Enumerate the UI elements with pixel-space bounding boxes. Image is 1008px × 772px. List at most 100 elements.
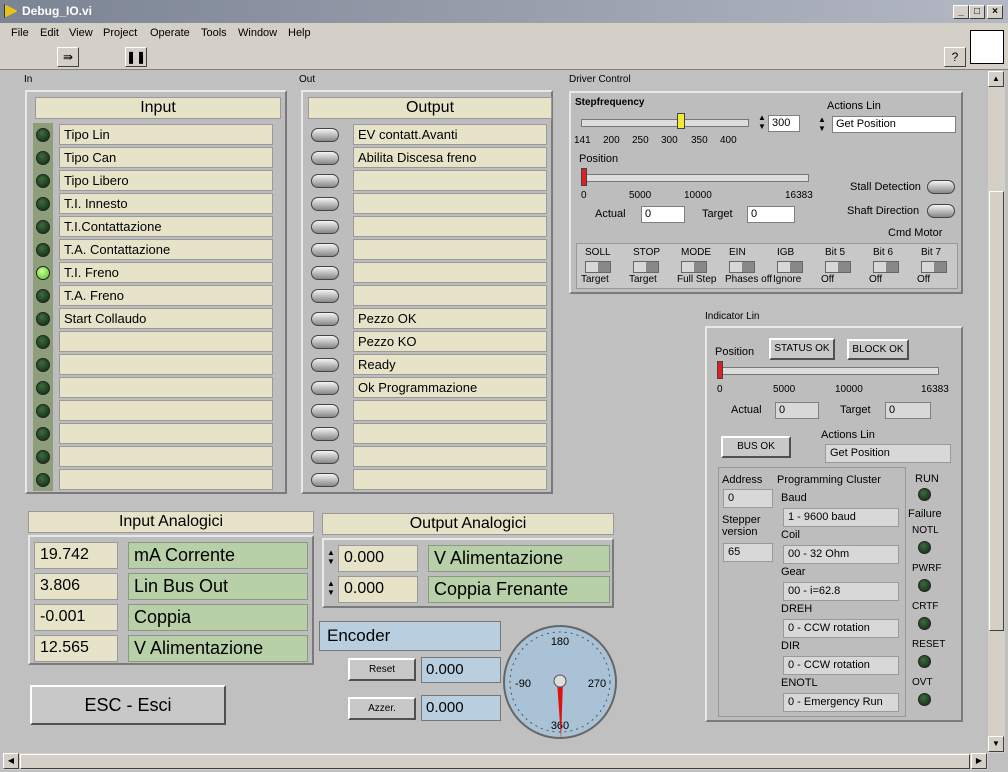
ind-target-value: 0 — [885, 402, 931, 419]
cmd-bit-state: Full Step — [677, 274, 717, 285]
prog-item-label: DIR — [781, 640, 800, 652]
menu-help[interactable]: Help — [288, 27, 311, 39]
output-toggle[interactable] — [311, 197, 339, 211]
output-toggle[interactable] — [311, 427, 339, 441]
failure-flag-label: PWRF — [912, 563, 942, 574]
driver-actions-select[interactable]: Get Position — [832, 116, 956, 133]
reset-button[interactable]: Reset — [348, 658, 416, 681]
failure-flag-led — [918, 693, 931, 706]
azzer-button[interactable]: Azzer. — [348, 697, 416, 720]
cmd-bit-label: SOLL — [585, 247, 611, 258]
output-analog-value[interactable]: 0.000 — [338, 545, 418, 572]
cmd-bit-switch[interactable] — [873, 261, 899, 273]
driver-position-thumb[interactable] — [581, 168, 587, 186]
stepfreq-slider[interactable] — [581, 119, 749, 127]
output-toggle[interactable] — [311, 243, 339, 257]
input-field — [59, 377, 273, 398]
output-toggle[interactable] — [311, 220, 339, 234]
run-arrow-icon[interactable]: ⇛ — [57, 47, 79, 67]
output-analog-spin-icon[interactable]: ▲ ▼ — [327, 548, 335, 566]
stepfreq-value[interactable]: 300 — [768, 115, 800, 132]
output-toggle[interactable] — [311, 473, 339, 487]
output-toggle[interactable] — [311, 358, 339, 372]
cmd-bit-switch[interactable] — [825, 261, 851, 273]
menu-edit[interactable]: Edit — [40, 27, 59, 39]
scroll-right-icon[interactable]: ▶ — [971, 753, 987, 769]
cmd-bit-switch[interactable] — [729, 261, 755, 273]
cmd-bit-switch[interactable] — [585, 261, 611, 273]
cmd-bit-switch[interactable] — [633, 261, 659, 273]
input-field: T.I.Contattazione — [59, 216, 273, 237]
output-toggle[interactable] — [311, 174, 339, 188]
scroll-down-icon[interactable]: ▼ — [988, 736, 1004, 752]
driver-control-label: Driver Control — [569, 74, 631, 85]
esc-button[interactable]: ESC - Esci — [30, 685, 226, 725]
output-toggle[interactable] — [311, 151, 339, 165]
vertical-scrollbar[interactable]: ▲ ▼ — [988, 71, 1005, 753]
menu-window[interactable]: Window — [238, 27, 277, 39]
input-analog-group: 19.742 mA Corrente 3.806 Lin Bus Out -0.001 C… — [28, 535, 314, 665]
shaft-direction-switch[interactable] — [927, 204, 955, 218]
stepfreq-thumb[interactable] — [677, 113, 685, 129]
driver-position-slider[interactable] — [581, 174, 809, 182]
menu-file[interactable]: File — [11, 27, 29, 39]
menu-project[interactable]: Project — [103, 27, 137, 39]
input-led — [36, 427, 50, 441]
block-ok-button[interactable]: BLOCK OK — [847, 339, 909, 360]
output-toggle[interactable] — [311, 128, 339, 142]
cmd-bit-switch[interactable] — [777, 261, 803, 273]
cmd-bit-state: Target — [629, 274, 657, 285]
cmd-bit-switch[interactable] — [681, 261, 707, 273]
scroll-up-icon[interactable]: ▲ — [988, 71, 1004, 87]
stall-detection-switch[interactable] — [927, 180, 955, 194]
driver-target-value[interactable]: 0 — [747, 206, 795, 223]
menu-tools[interactable]: Tools — [201, 27, 227, 39]
output-toggle[interactable] — [311, 289, 339, 303]
maximize-button[interactable]: □ — [969, 5, 985, 19]
input-field: T.I. Innesto — [59, 193, 273, 214]
output-toggle[interactable] — [311, 266, 339, 280]
pause-icon[interactable]: ❚❚ — [125, 47, 147, 67]
output-toggle[interactable] — [311, 381, 339, 395]
menu-view[interactable]: View — [69, 27, 93, 39]
input-field — [59, 423, 273, 444]
run-led — [918, 488, 931, 501]
driver-actual-value[interactable]: 0 — [641, 206, 685, 223]
scroll-left-icon[interactable]: ◀ — [3, 753, 19, 769]
driver-target-label: Target — [702, 208, 733, 220]
input-analog-label: V Alimentazione — [128, 635, 308, 662]
stepfreq-tick-label: 350 — [691, 135, 708, 146]
driver-position-tick-label: 5000 — [629, 190, 652, 201]
output-toggle[interactable] — [311, 312, 339, 326]
bus-ok-button[interactable]: BUS OK — [721, 436, 791, 458]
ind-actions-value: Get Position — [825, 444, 951, 463]
output-toggle[interactable] — [311, 404, 339, 418]
cmd-bit-switch[interactable] — [921, 261, 947, 273]
output-analog-label: Coppia Frenante — [428, 576, 610, 603]
input-led — [36, 151, 50, 165]
output-field: Pezzo KO — [353, 331, 547, 352]
prog-item-label: ENOTL — [781, 677, 818, 689]
menu-operate[interactable]: Operate — [150, 27, 190, 39]
actions-spin-icon[interactable]: ▲ ▼ — [818, 115, 826, 133]
horizontal-scrollbar[interactable]: ◀ ▶ — [3, 753, 988, 770]
close-button[interactable]: × — [987, 5, 1003, 19]
cmd-motor-label: Cmd Motor — [888, 227, 943, 239]
input-analog-label: Coppia — [128, 604, 308, 631]
output-toggle[interactable] — [311, 335, 339, 349]
stepfreq-spin-icon[interactable]: ▲ ▼ — [758, 113, 766, 131]
minimize-button[interactable]: _ — [953, 5, 969, 19]
prog-item-value: 00 - 32 Ohm — [783, 545, 899, 564]
output-field — [353, 170, 547, 191]
output-toggle[interactable] — [311, 450, 339, 464]
output-analog-spin-icon[interactable]: ▲ ▼ — [327, 579, 335, 597]
help-icon[interactable]: ? — [944, 47, 966, 67]
output-analog-value[interactable]: 0.000 — [338, 576, 418, 603]
output-field — [353, 469, 547, 490]
vertical-scroll-thumb[interactable] — [989, 191, 1004, 631]
horizontal-scroll-thumb[interactable] — [20, 754, 970, 769]
failure-flag-led — [918, 579, 931, 592]
output-field — [353, 446, 547, 467]
output-analog-group: ▲ ▼ 0.000 V Alimentazione ▲ ▼ 0.000 Coppia Fr… — [322, 538, 614, 608]
status-ok-button[interactable]: STATUS OK — [769, 338, 835, 360]
